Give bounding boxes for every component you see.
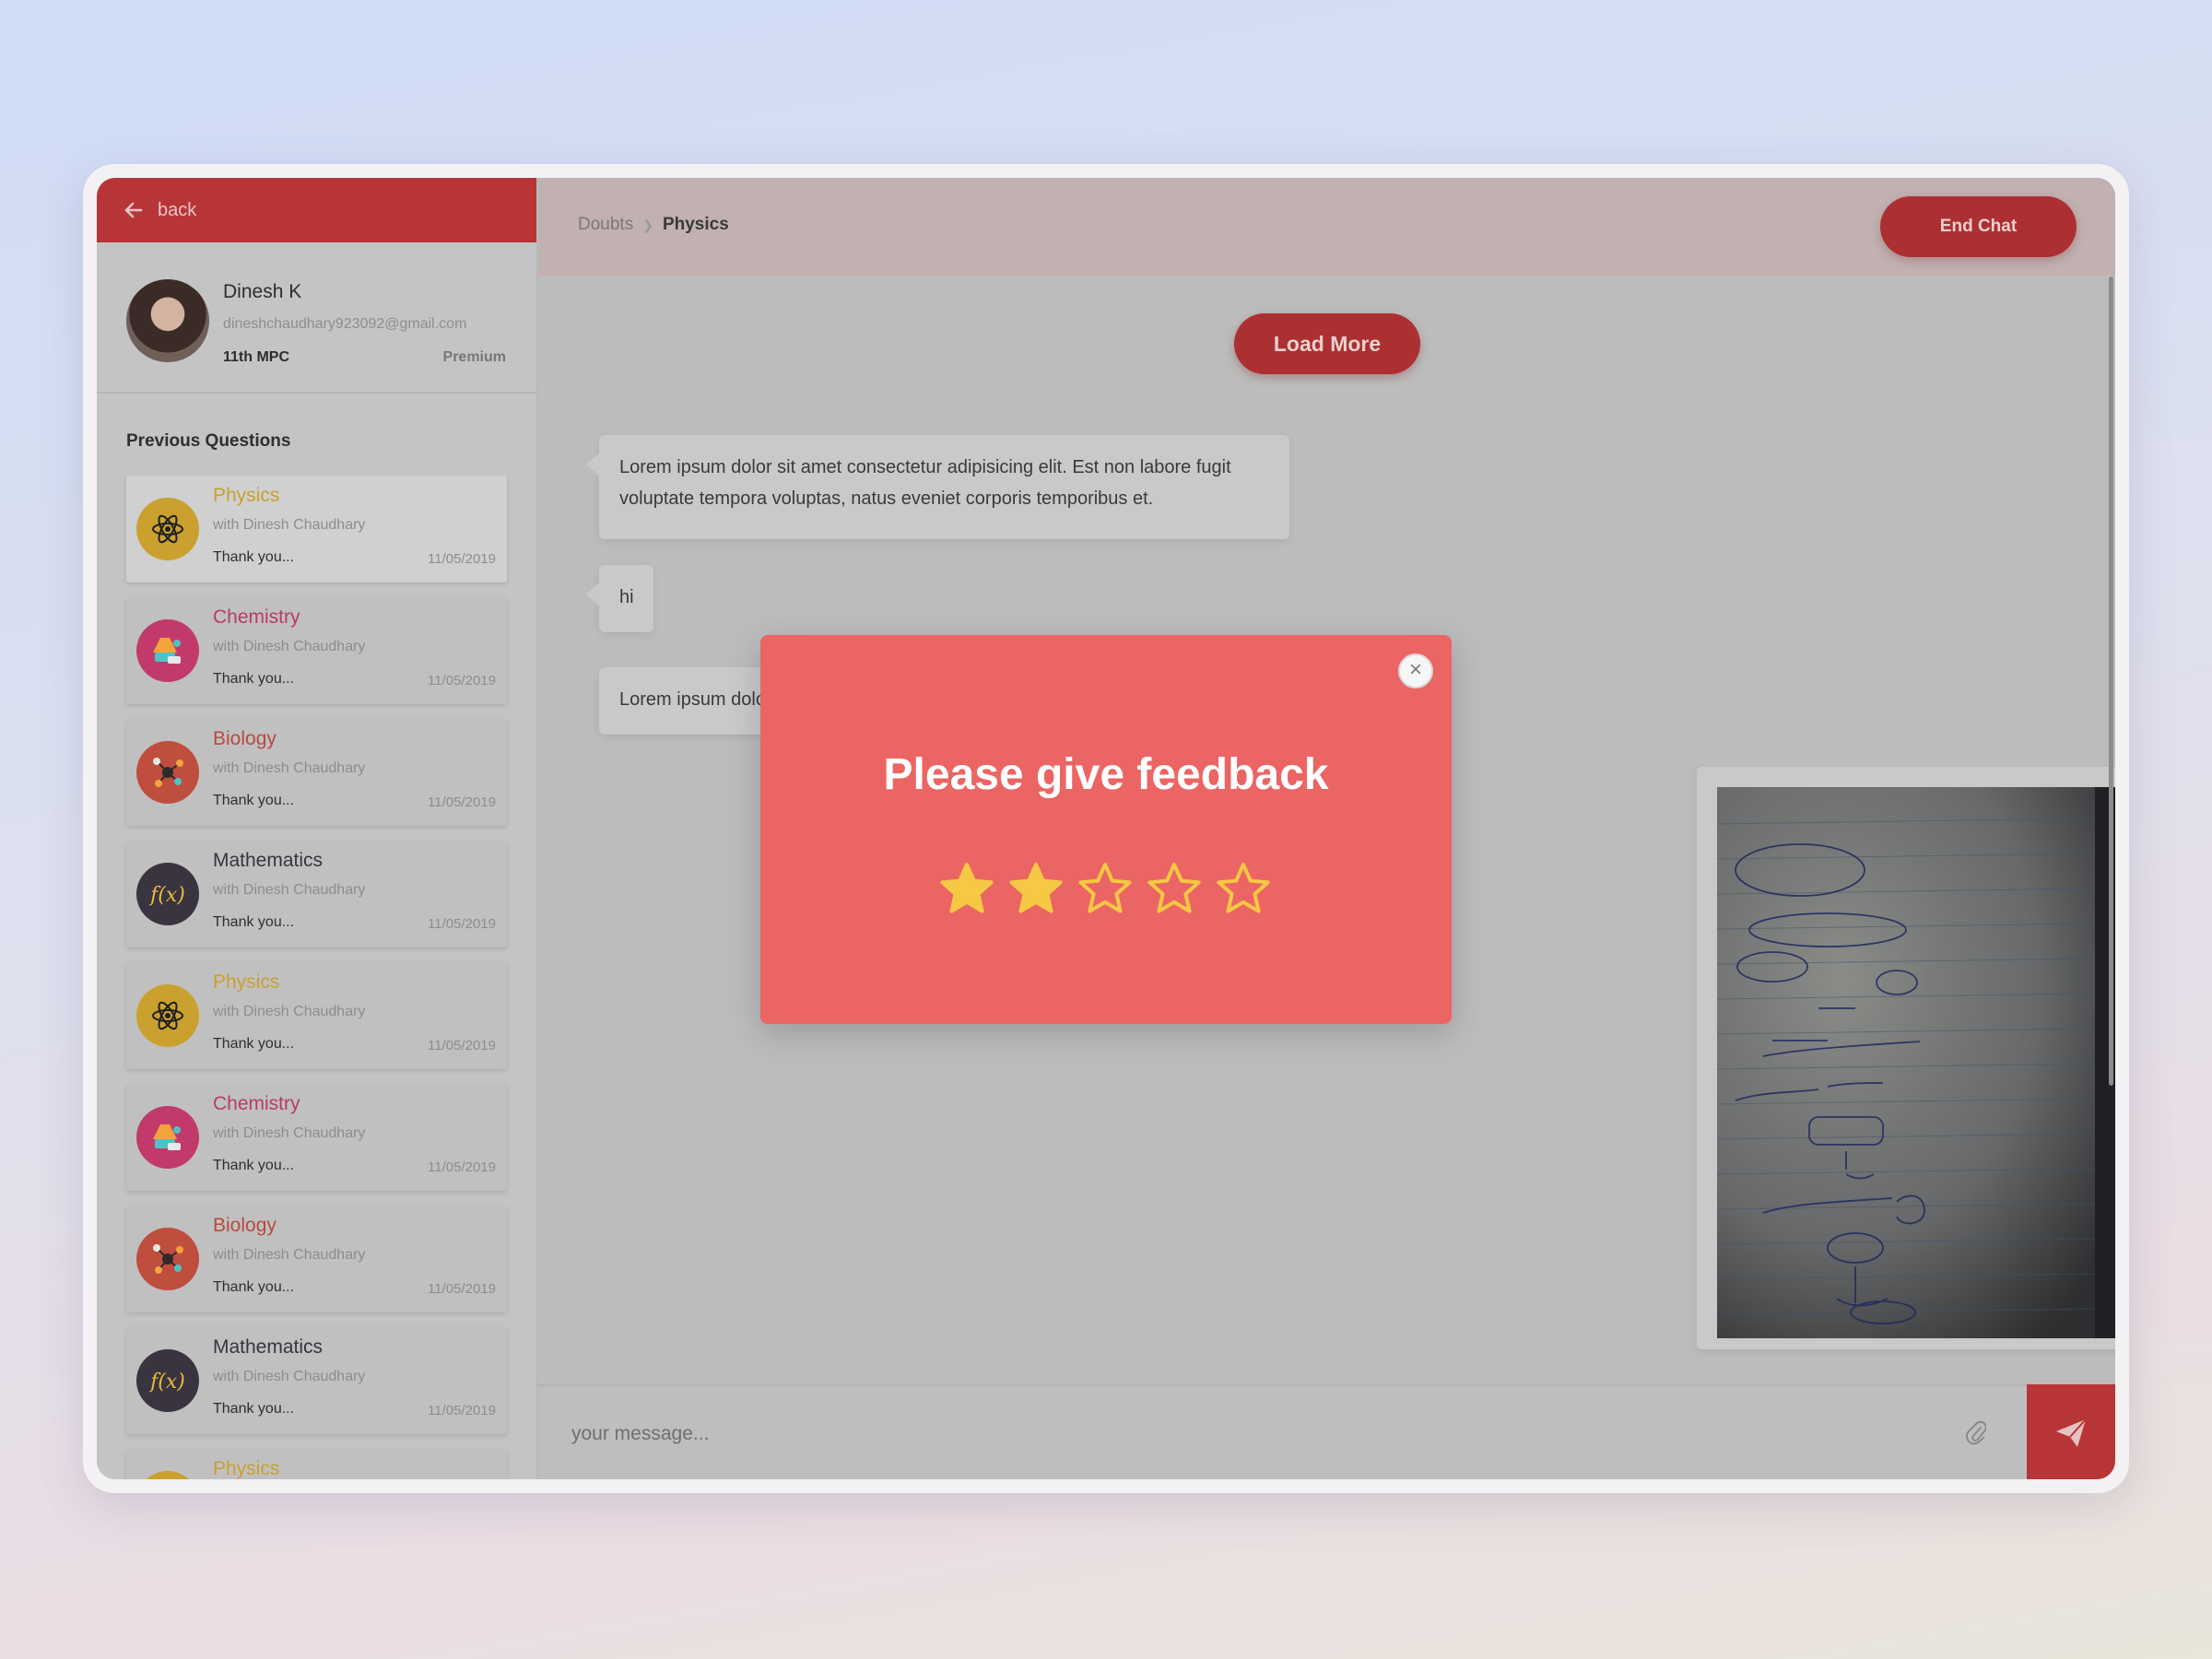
question-tutor: with Dinesh Chaudhary bbox=[213, 1125, 366, 1141]
function-icon: f(x) bbox=[136, 1349, 199, 1412]
load-more-button[interactable]: Load More bbox=[1234, 313, 1420, 374]
question-tutor: with Dinesh Chaudhary bbox=[213, 882, 366, 898]
molecule-icon bbox=[136, 741, 199, 804]
question-subject: Biology bbox=[213, 728, 276, 749]
question-item-physics[interactable]: Physics bbox=[126, 1449, 507, 1479]
question-subject: Mathematics bbox=[213, 1336, 324, 1358]
notebook-photo bbox=[1717, 787, 2115, 1338]
question-snippet: Thank you... bbox=[213, 1401, 295, 1417]
star-filled-icon[interactable] bbox=[937, 860, 996, 919]
question-subject: Chemistry bbox=[213, 1093, 300, 1114]
avatar bbox=[126, 279, 209, 362]
question-date: 11/05/2019 bbox=[428, 794, 496, 810]
paperclip-icon[interactable] bbox=[1966, 1419, 1986, 1445]
image-message[interactable] bbox=[1697, 767, 2115, 1349]
star-outline-icon[interactable] bbox=[1076, 860, 1135, 919]
atom-icon bbox=[136, 498, 199, 560]
question-subject: Physics bbox=[213, 1458, 280, 1479]
send-button[interactable] bbox=[2027, 1384, 2115, 1479]
chat-message: hi bbox=[586, 565, 653, 632]
question-tutor: with Dinesh Chaudhary bbox=[213, 1004, 366, 1019]
flask-icon bbox=[136, 1106, 199, 1169]
question-subject: Physics bbox=[213, 971, 280, 993]
question-date: 11/05/2019 bbox=[428, 1038, 496, 1053]
back-label: back bbox=[158, 199, 197, 220]
star-rating bbox=[937, 860, 1283, 919]
sidebar: back Dinesh K dineshchaudhary923092@gmai… bbox=[97, 178, 538, 1479]
question-subject: Physics bbox=[213, 485, 280, 506]
question-item-physics[interactable]: Physics with Dinesh Chaudhary Thank you...… bbox=[126, 962, 507, 1069]
svg-text:f(x): f(x) bbox=[148, 1371, 185, 1394]
svg-text:f(x): f(x) bbox=[148, 884, 185, 907]
question-snippet: Thank you... bbox=[213, 1158, 295, 1173]
paper-plane-icon bbox=[2056, 1418, 2087, 1447]
atom-icon bbox=[136, 1471, 199, 1479]
modal-title: Please give feedback bbox=[883, 750, 1329, 799]
message-composer bbox=[538, 1384, 2115, 1479]
question-subject: Chemistry bbox=[213, 606, 300, 628]
question-item-chemistry[interactable]: Chemistry with Dinesh Chaudhary Thank you.… bbox=[126, 1084, 507, 1191]
breadcrumb-physics: Physics bbox=[662, 215, 729, 234]
question-date: 11/05/2019 bbox=[428, 1281, 496, 1297]
question-item-biology[interactable]: Biology with Dinesh Chaudhary Thank you...… bbox=[126, 1206, 507, 1312]
feedback-modal: × Please give feedback bbox=[760, 635, 1452, 1024]
question-item-physics[interactable]: Physics with Dinesh Chaudhary Thank you...… bbox=[126, 476, 507, 582]
question-date: 11/05/2019 bbox=[428, 1403, 496, 1418]
breadcrumb-doubts[interactable]: Doubts bbox=[578, 215, 633, 235]
arrow-left-icon bbox=[124, 202, 143, 218]
question-snippet: Thank you... bbox=[213, 914, 295, 930]
function-icon: f(x) bbox=[136, 863, 199, 925]
star-outline-icon[interactable] bbox=[1145, 860, 1204, 919]
question-item-mathematics[interactable]: f(x) Mathematics with Dinesh Chaudhary Than… bbox=[126, 841, 507, 947]
question-item-mathematics[interactable]: f(x) Mathematics with Dinesh Chaudhary Than… bbox=[126, 1327, 507, 1434]
flask-icon bbox=[136, 619, 199, 682]
question-date: 11/05/2019 bbox=[428, 916, 496, 932]
question-snippet: Thank you... bbox=[213, 549, 295, 565]
end-chat-button[interactable]: End Chat bbox=[1880, 196, 2077, 257]
back-button[interactable]: back bbox=[97, 178, 536, 242]
close-icon[interactable]: × bbox=[1398, 653, 1433, 688]
message-input[interactable] bbox=[571, 1386, 1862, 1479]
question-snippet: Thank you... bbox=[213, 1036, 295, 1052]
star-outline-icon[interactable] bbox=[1214, 860, 1273, 919]
chevron-right-icon: ❯ bbox=[642, 217, 653, 232]
profile-email: dineshchaudhary923092@gmail.com bbox=[223, 316, 467, 332]
question-date: 11/05/2019 bbox=[428, 551, 496, 567]
profile-class: 11th MPC bbox=[223, 349, 290, 365]
profile-plan-badge: Premium bbox=[442, 349, 506, 365]
question-tutor: with Dinesh Chaudhary bbox=[213, 517, 366, 533]
chat-header: Doubts ❯ Physics End Chat bbox=[538, 178, 2115, 276]
question-snippet: Thank you... bbox=[213, 1279, 295, 1295]
question-tutor: with Dinesh Chaudhary bbox=[213, 1369, 366, 1384]
breadcrumb: Doubts ❯ Physics bbox=[578, 215, 729, 235]
question-item-biology[interactable]: Biology with Dinesh Chaudhary Thank you...… bbox=[126, 719, 507, 826]
chat-scrollbar[interactable] bbox=[2109, 276, 2113, 1086]
question-tutor: with Dinesh Chaudhary bbox=[213, 639, 366, 654]
previous-questions-title: Previous Questions bbox=[126, 431, 291, 451]
profile-card: Dinesh K dineshchaudhary923092@gmail.com… bbox=[97, 242, 536, 394]
star-filled-icon[interactable] bbox=[1006, 860, 1065, 919]
question-date: 11/05/2019 bbox=[428, 1159, 496, 1175]
question-subject: Mathematics bbox=[213, 850, 324, 871]
profile-name: Dinesh K bbox=[223, 281, 302, 302]
chat-message: Lorem ipsum dolor sit amet consectetur a… bbox=[586, 435, 1289, 539]
molecule-icon bbox=[136, 1228, 199, 1290]
previous-questions-list: Physics with Dinesh Chaudhary Thank you...… bbox=[126, 476, 507, 1479]
question-subject: Biology bbox=[213, 1215, 276, 1236]
question-tutor: with Dinesh Chaudhary bbox=[213, 1247, 366, 1263]
question-date: 11/05/2019 bbox=[428, 673, 496, 688]
atom-icon bbox=[136, 984, 199, 1047]
question-tutor: with Dinesh Chaudhary bbox=[213, 760, 366, 776]
question-snippet: Thank you... bbox=[213, 671, 295, 687]
question-snippet: Thank you... bbox=[213, 793, 295, 808]
question-item-chemistry[interactable]: Chemistry with Dinesh Chaudhary Thank you.… bbox=[126, 597, 507, 704]
